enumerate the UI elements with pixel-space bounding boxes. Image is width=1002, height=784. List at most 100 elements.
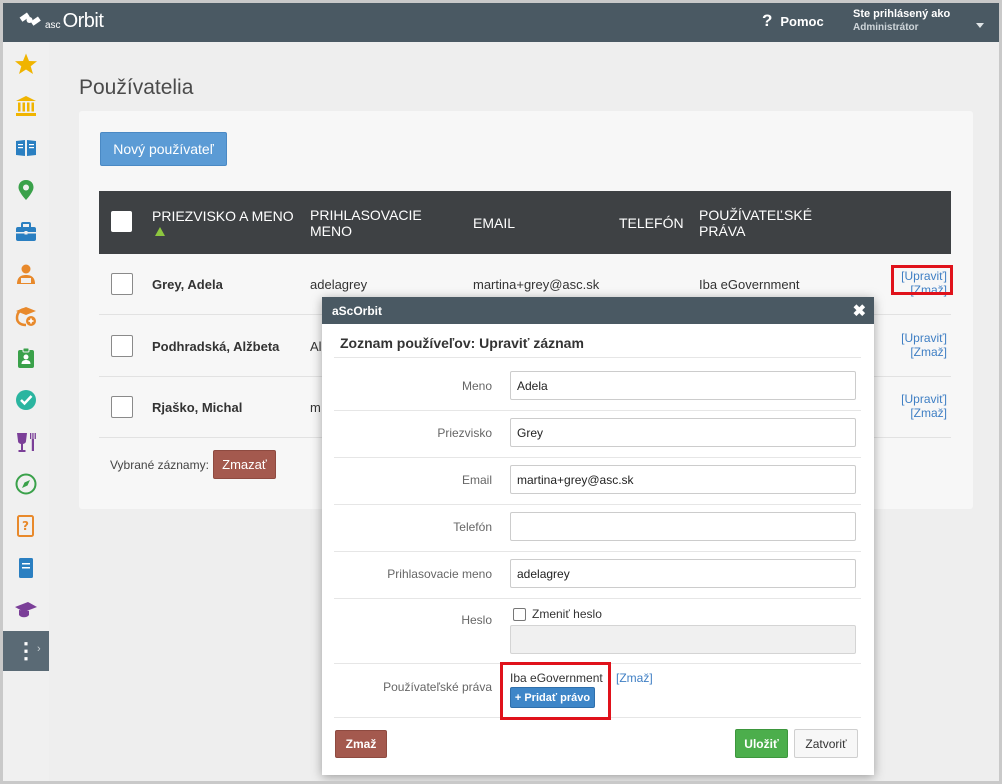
graduation-settings-icon: [15, 307, 36, 327]
header-name[interactable]: PRIEZVISKO A MENO: [152, 208, 294, 236]
field-label-heslo: Heslo: [461, 613, 492, 627]
table-header: PRIEZVISKO A MENO PRIHLASOVACIE MENO EMA…: [99, 191, 951, 254]
edit-link[interactable]: [Upraviť]: [897, 331, 947, 345]
dialog-header: aScOrbit ✖: [322, 297, 874, 324]
rights-highlight-box: [500, 662, 611, 720]
briefcase-icon: [16, 222, 36, 241]
top-bar: asc Orbit ? Pomoc Ste prihlásený ako Adm…: [3, 3, 999, 42]
sidebar-item-graduation[interactable]: [3, 591, 49, 629]
divider: [334, 410, 861, 411]
row-name: Podhradská, Alžbeta: [152, 339, 280, 354]
header-name-label: PRIEZVISKO A MENO: [152, 208, 294, 224]
divider: [334, 504, 861, 505]
header-rights-line2: PRÁVA: [699, 223, 746, 239]
book-icon: [16, 140, 36, 156]
header-login-line1: PRIHLASOVACIE: [310, 207, 422, 223]
page-title: Používatelia: [79, 76, 194, 99]
sidebar-item-tests[interactable]: ?: [3, 507, 49, 545]
header-rights: POUŽÍVATEĽSKÉ PRÁVA: [699, 207, 812, 239]
sidebar-item-school[interactable]: [3, 87, 49, 125]
dialog-subtitle: Zoznam používeľov: Upraviť záznam: [340, 335, 584, 351]
sidebar-item-students[interactable]: [3, 255, 49, 293]
header-rights-line1: POUŽÍVATEĽSKÉ: [699, 207, 813, 223]
header-login: PRIHLASOVACIE MENO: [310, 207, 422, 239]
last-name-field[interactable]: Grey: [510, 418, 856, 447]
question-book-icon: ?: [17, 515, 34, 537]
sort-asc-icon: [155, 227, 165, 236]
row-actions: [Upraviť] [Zmaž]: [897, 331, 947, 359]
row-email: martina+grey@asc.sk: [473, 277, 600, 292]
help-icon: ?: [762, 11, 773, 30]
edit-highlight-box: [891, 265, 953, 295]
dialog-delete-button[interactable]: Zmaž: [335, 730, 387, 758]
more-vertical-icon: ⋮: [15, 638, 37, 663]
delete-selected-button[interactable]: Zmazať: [212, 450, 276, 479]
bulk-actions: Vybrané záznamy: Zmazať: [110, 450, 276, 479]
row-name: Rjaško, Michal: [152, 400, 243, 415]
row-rights: Iba eGovernment: [699, 277, 800, 292]
row-checkbox[interactable]: [111, 335, 133, 357]
header-phone: TELEFÓN: [619, 215, 684, 231]
sidebar-item-office[interactable]: [3, 213, 49, 251]
delete-link[interactable]: [Zmaž]: [897, 406, 947, 420]
sidebar-item-teachers[interactable]: [3, 297, 49, 335]
divider: [334, 551, 861, 552]
sidebar-item-locations[interactable]: [3, 171, 49, 209]
row-actions: [Upraviť] [Zmaž]: [897, 392, 947, 420]
dialog-title: aScOrbit: [332, 304, 383, 318]
sidebar-item-notes[interactable]: [3, 549, 49, 587]
new-user-button[interactable]: Nový používateľ: [100, 132, 227, 166]
edit-link[interactable]: [Upraviť]: [897, 392, 947, 406]
field-label-telefon: Telefón: [453, 520, 492, 534]
bank-icon: [16, 96, 36, 116]
svg-text:?: ?: [22, 519, 29, 533]
star-icon: [15, 53, 37, 74]
dining-icon: [17, 433, 36, 452]
sidebar-item-tasks[interactable]: [3, 381, 49, 419]
field-label-email: Email: [461, 473, 492, 487]
row-login: Al: [310, 339, 322, 354]
field-label-login: Prihlasovacie meno: [387, 567, 492, 581]
field-label-meno: Meno: [461, 379, 492, 393]
sidebar-item-attendance[interactable]: [3, 339, 49, 377]
close-button[interactable]: Zatvoriť: [794, 729, 858, 758]
select-all-checkbox[interactable]: [111, 211, 132, 232]
clipboard-person-icon: [18, 347, 34, 368]
sidebar-item-favorites[interactable]: [3, 45, 49, 83]
student-icon: [17, 264, 35, 284]
change-password-checkbox[interactable]: [513, 607, 526, 621]
header-login-line2: MENO: [310, 223, 352, 239]
field-label-priezvisko: Priezvisko: [437, 426, 492, 440]
divider: [334, 357, 861, 358]
login-field[interactable]: adelagrey: [510, 559, 856, 588]
row-login: m: [310, 400, 321, 415]
sidebar-item-canteen[interactable]: [3, 423, 49, 461]
first-name-field[interactable]: Adela: [510, 371, 856, 400]
rights-delete-link[interactable]: [Zmaž]: [616, 671, 653, 685]
map-pin-icon: [18, 180, 34, 200]
change-password-toggle[interactable]: Zmeniť heslo: [513, 607, 602, 621]
user-role: Administrátor: [853, 22, 919, 33]
phone-field[interactable]: [510, 512, 856, 541]
app-logo[interactable]: asc Orbit: [17, 9, 104, 33]
chevron-down-icon[interactable]: [976, 23, 984, 28]
delete-link[interactable]: [Zmaž]: [897, 345, 947, 359]
satellite-icon: [19, 12, 41, 26]
row-checkbox[interactable]: [111, 273, 133, 295]
user-menu[interactable]: Ste prihlásený ako Administrátor: [853, 7, 950, 35]
save-button[interactable]: Uložiť: [735, 729, 788, 758]
field-label-rights: Používateľské práva: [383, 680, 492, 694]
email-field[interactable]: martina+grey@asc.sk: [510, 465, 856, 494]
row-checkbox[interactable]: [111, 396, 133, 418]
close-icon[interactable]: ✖: [853, 301, 866, 321]
sidebar-item-classbook[interactable]: [3, 129, 49, 167]
bulk-label: Vybrané záznamy:: [110, 457, 209, 472]
logged-in-label: Ste prihlásený ako: [853, 8, 951, 20]
chevron-right-icon: ›: [37, 643, 41, 655]
help-link[interactable]: ? Pomoc: [762, 11, 824, 31]
sidebar-more-button[interactable]: ⋮ ›: [3, 631, 49, 671]
divider: [334, 598, 861, 599]
password-field: [510, 625, 856, 654]
sidebar-item-navigation[interactable]: [3, 465, 49, 503]
compass-icon: [15, 473, 37, 495]
